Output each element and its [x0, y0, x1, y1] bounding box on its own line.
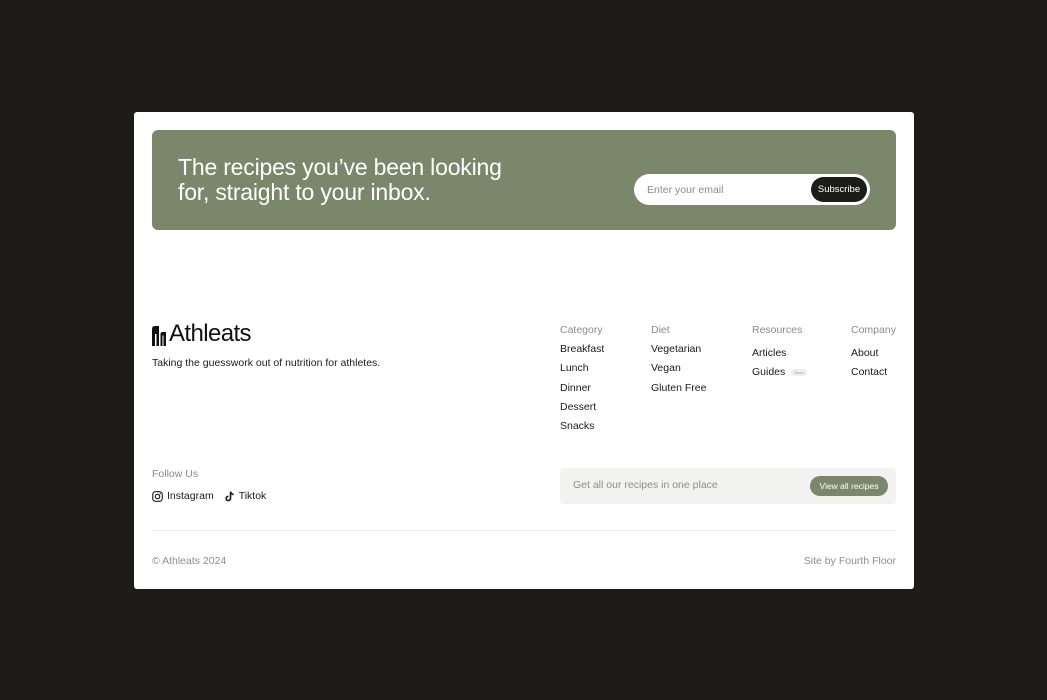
email-signup-form: Subscribe	[634, 174, 870, 205]
company-link-about[interactable]: About	[851, 346, 896, 360]
diet-link-vegan[interactable]: Vegan	[651, 361, 706, 375]
soon-badge: Soon	[791, 368, 807, 376]
tiktok-link[interactable]: Tiktok	[224, 490, 267, 502]
company-link-contact[interactable]: Contact	[851, 365, 896, 379]
category-heading: Category	[560, 324, 603, 336]
email-input[interactable]	[647, 174, 807, 205]
company-column: Company About Contact	[851, 324, 896, 379]
category-link-snacks[interactable]: Snacks	[560, 419, 604, 433]
instagram-link[interactable]: Instagram	[152, 490, 214, 502]
logo-mark-icon	[152, 326, 166, 346]
category-link-lunch[interactable]: Lunch	[560, 361, 604, 375]
instagram-label: Instagram	[167, 490, 214, 502]
newsletter-banner: The recipes you’ve been looking for, str…	[152, 130, 896, 230]
tiktok-label: Tiktok	[238, 490, 267, 502]
footer-divider	[152, 530, 896, 531]
diet-column: Diet Vegetarian Vegan Gluten Free	[651, 324, 706, 395]
brand-name: Athleats	[169, 320, 252, 347]
company-heading: Company	[851, 324, 896, 336]
cta-text: Get all our recipes in one place	[573, 479, 718, 491]
all-recipes-cta: Get all our recipes in one place View al…	[560, 468, 896, 504]
category-link-breakfast[interactable]: Breakfast	[560, 342, 604, 356]
social-links: Instagram Tiktok	[152, 490, 266, 502]
guides-label: Guides	[752, 366, 786, 379]
tiktok-icon	[224, 490, 234, 501]
logo[interactable]: Athleats	[152, 320, 252, 347]
diet-link-gluten-free[interactable]: Gluten Free	[651, 381, 706, 395]
category-link-dinner[interactable]: Dinner	[560, 381, 604, 395]
site-credit-link[interactable]: Site by Fourth Floor	[804, 555, 896, 567]
resources-column: Resources Articles Guides Soon	[752, 324, 807, 379]
copyright: © Athleats 2024	[152, 555, 227, 567]
view-all-recipes-button[interactable]: View all recipes	[810, 476, 888, 496]
diet-link-vegetarian[interactable]: Vegetarian	[651, 342, 706, 356]
brand-tagline: Taking the guesswork out of nutrition fo…	[152, 357, 381, 369]
instagram-icon	[152, 490, 163, 502]
follow-us-heading: Follow Us	[152, 468, 199, 480]
newsletter-title: The recipes you’ve been looking for, str…	[178, 154, 502, 205]
resources-link-guides[interactable]: Guides Soon	[752, 365, 807, 379]
category-link-dessert[interactable]: Dessert	[560, 400, 604, 414]
subscribe-button[interactable]: Subscribe	[811, 177, 867, 202]
resources-link-articles[interactable]: Articles	[752, 346, 807, 360]
articles-label: Articles	[752, 347, 787, 359]
diet-heading: Diet	[651, 324, 670, 336]
category-column: Category Breakfast Lunch Dinner Dessert …	[560, 324, 604, 433]
footer-card: The recipes you’ve been looking for, str…	[134, 112, 914, 589]
resources-heading: Resources	[752, 324, 803, 336]
